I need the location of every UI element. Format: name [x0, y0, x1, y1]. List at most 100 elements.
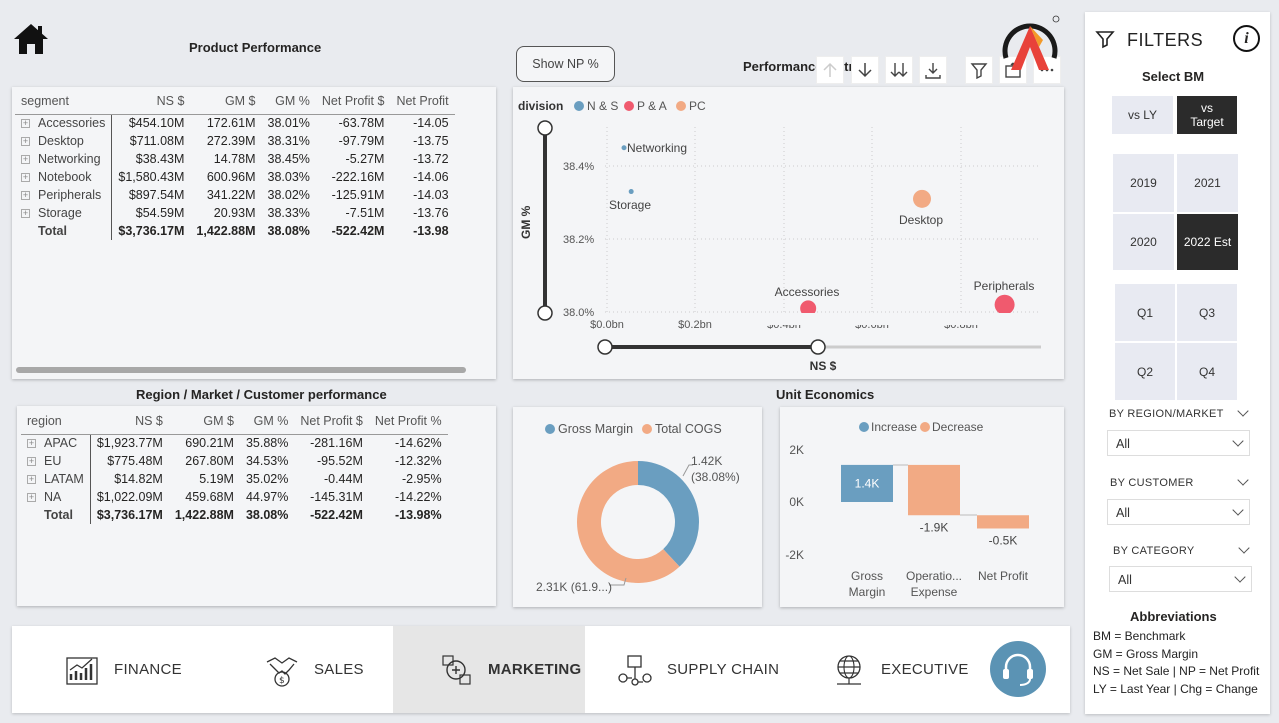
- expand-icon[interactable]: +: [21, 209, 30, 219]
- y-slider-handle[interactable]: [537, 120, 553, 136]
- table-row[interactable]: + Accessories $454.10M 172.61M 38.01% -63.78M…: [15, 114, 455, 132]
- nav-finance[interactable]: FINANCE: [64, 626, 182, 713]
- expand-next-level-icon[interactable]: [885, 56, 913, 84]
- nav-marketing-label: MARKETING: [488, 661, 582, 678]
- drill-down-icon[interactable]: [851, 56, 879, 84]
- chevron-down-icon[interactable]: [1238, 542, 1250, 554]
- expand-icon[interactable]: +: [27, 457, 36, 467]
- table-cell: -2.95%: [401, 472, 442, 486]
- nav-sales[interactable]: $ SALES: [264, 626, 364, 713]
- year-2021[interactable]: 2021: [1177, 154, 1238, 212]
- abbreviations-list: BM = Benchmark GM = Gross Margin NS = Ne…: [1093, 628, 1259, 698]
- scatter-point[interactable]: [628, 189, 634, 195]
- table-row[interactable]: + Storage $54.59M 20.93M 38.33% -7.51M -13.76: [15, 204, 455, 222]
- horizontal-scrollbar[interactable]: [16, 367, 466, 373]
- table-cell: -145.31M: [310, 490, 363, 504]
- quarter-q1[interactable]: Q1: [1115, 284, 1175, 341]
- rg-column-header[interactable]: Net Profit $: [294, 410, 369, 435]
- expand-all-icon[interactable]: [919, 56, 947, 84]
- drill-up-icon[interactable]: [816, 56, 844, 84]
- nav-sales-label: SALES: [314, 661, 364, 678]
- expand-icon[interactable]: +: [21, 173, 30, 183]
- table-row[interactable]: + Networking $38.43M 14.78M 38.45% -5.27M -13.…: [15, 150, 455, 168]
- performance-matrix-title: Performance Matrix: [743, 59, 865, 74]
- show-np-button[interactable]: Show NP %: [516, 46, 615, 82]
- pp-column-header[interactable]: segment: [15, 90, 112, 115]
- row-label: LATAM: [44, 472, 84, 486]
- x-slider-handle[interactable]: [810, 339, 826, 355]
- bm-option-vs-target[interactable]: vs Target: [1177, 96, 1237, 134]
- chevron-down-icon[interactable]: [1237, 474, 1249, 486]
- expand-icon[interactable]: +: [21, 155, 30, 165]
- brand-logo: [999, 14, 1061, 76]
- nav-marketing[interactable]: MARKETING: [393, 626, 585, 713]
- rg-column-header[interactable]: GM $: [168, 410, 240, 435]
- year-2022-est[interactable]: 2022 Est: [1177, 214, 1238, 270]
- waterfall-bar[interactable]: [977, 515, 1029, 529]
- table-cell: $897.54M: [111, 186, 191, 204]
- nav-supply-chain[interactable]: SUPPLY CHAIN: [617, 626, 779, 713]
- expand-icon[interactable]: +: [21, 191, 30, 201]
- scatter-point[interactable]: [994, 294, 1015, 315]
- total-cell: -522.42M: [331, 224, 385, 238]
- row-label: Notebook: [38, 170, 92, 184]
- total-cell: -13.98%: [395, 508, 442, 522]
- bm-option-vs-ly[interactable]: vs LY: [1112, 96, 1173, 134]
- support-headset-icon[interactable]: [990, 641, 1046, 697]
- data-label: 1.42K: [691, 454, 722, 468]
- year-2019[interactable]: 2019: [1113, 154, 1174, 212]
- expand-icon[interactable]: +: [21, 137, 30, 147]
- quarter-q4[interactable]: Q4: [1177, 343, 1237, 400]
- rg-column-header[interactable]: region: [21, 410, 91, 435]
- waterfall-bar[interactable]: [908, 464, 960, 516]
- chevron-down-icon[interactable]: [1237, 405, 1249, 417]
- table-cell: -13.76: [413, 206, 449, 220]
- nav-executive[interactable]: EXECUTIVE: [831, 626, 969, 713]
- y-slider-handle[interactable]: [537, 305, 553, 321]
- rg-column-header[interactable]: NS $: [90, 410, 169, 435]
- category-filter-dropdown[interactable]: All: [1109, 566, 1252, 592]
- scatter-point[interactable]: [621, 145, 627, 151]
- legend-marker: [859, 422, 869, 432]
- table-cell: -95.52M: [317, 454, 363, 468]
- pp-column-header[interactable]: GM %: [261, 90, 316, 115]
- scatter-point[interactable]: [913, 189, 932, 208]
- table-row[interactable]: + EU $775.48M 267.80M 34.53% -95.52M -12.32%: [21, 452, 448, 470]
- nav-supply-chain-label: SUPPLY CHAIN: [667, 661, 780, 678]
- expand-icon[interactable]: +: [27, 475, 36, 485]
- home-icon[interactable]: [12, 22, 50, 56]
- pp-column-header[interactable]: Net Profit: [390, 90, 455, 115]
- expand-icon[interactable]: +: [21, 119, 30, 129]
- total-cell: 1,422.88M: [174, 508, 234, 522]
- pp-column-header[interactable]: NS $: [111, 90, 191, 115]
- table-row[interactable]: + APAC $1,923.77M 690.21M 35.88% -281.16M -14.…: [21, 434, 448, 452]
- abbr-line: BM = Benchmark: [1093, 629, 1186, 643]
- rg-column-header[interactable]: GM %: [239, 410, 295, 435]
- info-icon[interactable]: i: [1233, 25, 1260, 52]
- pp-column-header[interactable]: Net Profit $: [315, 90, 391, 115]
- donut-slice-gross-margin[interactable]: [638, 461, 699, 567]
- customer-filter-dropdown[interactable]: All: [1107, 499, 1250, 525]
- rg-column-header[interactable]: Net Profit %: [368, 410, 448, 435]
- table-row[interactable]: + LATAM $14.82M 5.19M 35.02% -0.44M -2.95%: [21, 470, 448, 488]
- total-cell: 38.08%: [245, 508, 289, 522]
- table-cell: 34.53%: [245, 454, 289, 468]
- table-row[interactable]: + Desktop $711.08M 272.39M 38.31% -97.79M -13.…: [15, 132, 455, 150]
- region-filter-dropdown[interactable]: All: [1107, 430, 1250, 456]
- table-row[interactable]: + Peripherals $897.54M 341.22M 38.02% -125.91…: [15, 186, 455, 204]
- row-label: EU: [44, 454, 62, 468]
- expand-icon[interactable]: +: [27, 493, 36, 503]
- filter-icon[interactable]: [965, 56, 993, 84]
- total-cell: 38.08%: [267, 224, 310, 238]
- x-slider-handle[interactable]: [597, 339, 613, 355]
- quarter-q3[interactable]: Q3: [1177, 284, 1237, 341]
- pp-column-header[interactable]: GM $: [190, 90, 262, 115]
- quarter-q2[interactable]: Q2: [1115, 343, 1175, 400]
- legend-label: PC: [689, 99, 706, 113]
- performance-matrix-chart: division N & SP & A PC GM % 38.4% 38.2% 38.0% $…: [513, 87, 1064, 379]
- table-row[interactable]: + Notebook $1,580.43M 600.96M 38.03% -222.16M…: [15, 168, 455, 186]
- table-row[interactable]: + NA $1,022.09M 459.68M 44.97% -145.31M -14.22…: [21, 488, 448, 506]
- expand-icon[interactable]: +: [27, 439, 36, 449]
- year-2020[interactable]: 2020: [1113, 214, 1174, 270]
- marketing-icon: [442, 654, 471, 685]
